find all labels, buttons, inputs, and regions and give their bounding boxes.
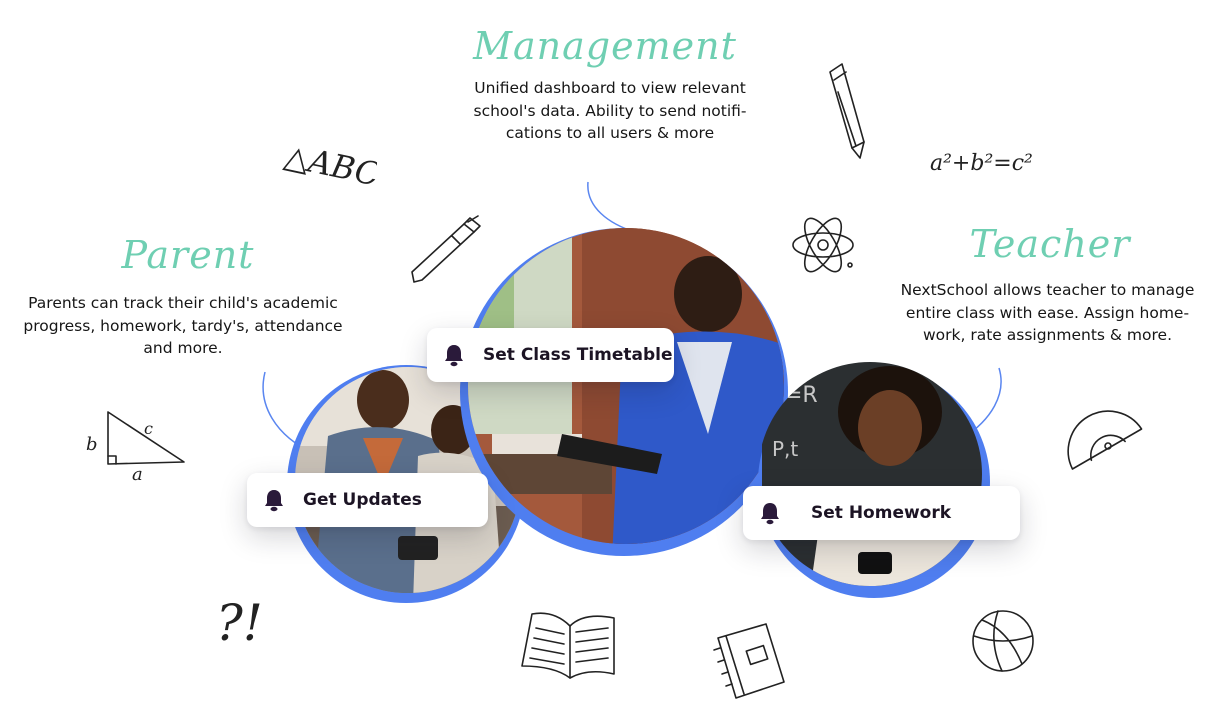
teacher-heading: Teacher — [969, 222, 1131, 266]
teacher-photo: =R P,t — [758, 362, 990, 598]
abc-doodle: △ABC — [282, 137, 377, 194]
svg-text:△ABC: △ABC — [282, 137, 377, 194]
get-updates-label: Get Updates — [303, 490, 422, 510]
basketball-icon — [972, 610, 1034, 672]
management-description: Unified dashboard to view relevant schoo… — [473, 79, 747, 142]
management-heading: Management — [473, 24, 737, 68]
triangle-doodle: b c a — [86, 411, 185, 482]
question-exclamation-doodle: ?! — [216, 594, 263, 652]
formula-doodle: a²+b²=c² — [930, 151, 1033, 176]
parent-heading: Parent — [121, 233, 255, 277]
svg-text:b: b — [86, 434, 98, 455]
teacher-description: NextSchool allows teacher to manage enti… — [900, 281, 1195, 344]
svg-text:P,t: P,t — [772, 437, 798, 461]
set-homework-button[interactable]: Set Homework — [743, 486, 1020, 540]
atom-icon — [792, 217, 854, 273]
svg-text:c: c — [144, 419, 153, 438]
svg-text:?!: ?! — [216, 594, 263, 652]
open-book-icon — [521, 612, 615, 679]
notebook-icon — [713, 623, 785, 699]
get-updates-button[interactable]: Get Updates — [247, 473, 488, 527]
pen-icon — [411, 215, 481, 283]
svg-text:a: a — [132, 464, 143, 482]
set-homework-label: Set Homework — [811, 503, 952, 523]
set-class-timetable-button[interactable]: Set Class Timetable — [427, 328, 674, 382]
set-class-timetable-label: Set Class Timetable — [483, 345, 673, 365]
svg-text:a²+b²=c²: a²+b²=c² — [930, 151, 1033, 176]
svg-text:=R: =R — [784, 383, 818, 408]
bell-icon — [445, 345, 463, 367]
protractor-icon — [1067, 410, 1143, 470]
bell-icon — [761, 503, 779, 525]
pencil-icon — [829, 63, 865, 159]
bell-icon — [265, 490, 283, 512]
parent-description: Parents can track their child's academic… — [23, 294, 343, 357]
